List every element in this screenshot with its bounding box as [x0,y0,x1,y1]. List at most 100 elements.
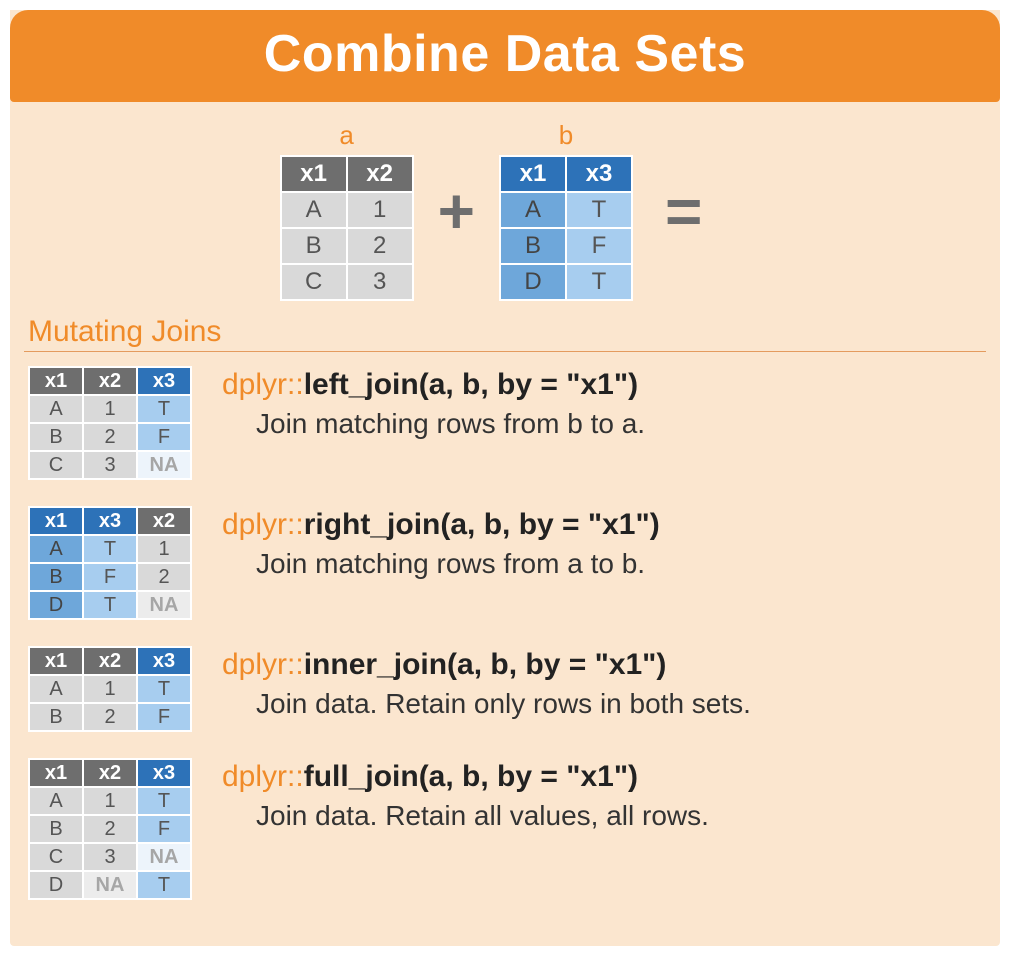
cell: B [30,564,82,590]
fn-call: right_join(a, b, by = "x1") [304,508,660,541]
section-label: Mutating Joins [10,315,1000,351]
plus-icon: + [438,179,475,243]
col-header: x3 [138,368,190,394]
join-desc: Join data. Retain all values, all rows. [222,800,709,832]
page-title: Combine Data Sets [10,10,1000,102]
table-a: x1x2A1B2C3 [280,155,414,301]
join-code: dplyr::full_join(a, b, by = "x1") [222,760,709,794]
join-result-table: x1x2x3A1TB2F [28,646,192,732]
cell: NA [138,452,190,478]
cell: B [30,816,82,842]
cell: D [501,265,565,299]
col-header: x1 [30,760,82,786]
cell: C [30,452,82,478]
join-desc: Join data. Retain only rows in both sets… [222,688,751,720]
intro-row: a x1x2A1B2C3 + b x1x3ATBFDT = [10,102,1000,315]
cell: NA [138,592,190,618]
intro-label-a: a [339,120,353,151]
joins-list: x1x2x3A1TB2FC3NAdplyr::left_join(a, b, b… [10,366,1000,900]
join-row: x1x2x3A1TB2FC3NADNATdplyr::full_join(a, … [28,758,982,900]
cell: T [567,265,631,299]
cell: T [567,193,631,227]
pkg-prefix: dplyr:: [222,760,304,793]
col-header: x3 [138,760,190,786]
join-row: x1x2x3A1TB2Fdplyr::inner_join(a, b, by =… [28,646,982,732]
cell: NA [138,844,190,870]
cell: A [30,788,82,814]
cell: F [138,424,190,450]
cell: F [138,704,190,730]
intro-label-b: b [559,120,573,151]
cell: T [84,536,136,562]
cell: F [567,229,631,263]
cell: T [138,788,190,814]
fn-call: inner_join(a, b, by = "x1") [304,648,667,681]
cell: 1 [138,536,190,562]
join-text: dplyr::left_join(a, b, by = "x1")Join ma… [222,366,645,440]
join-code: dplyr::right_join(a, b, by = "x1") [222,508,660,542]
col-header: x2 [84,368,136,394]
cell: 2 [84,816,136,842]
fn-call: full_join(a, b, by = "x1") [304,760,638,793]
join-code: dplyr::inner_join(a, b, by = "x1") [222,648,751,682]
join-code: dplyr::left_join(a, b, by = "x1") [222,368,645,402]
cell: A [30,536,82,562]
join-desc: Join matching rows from b to a. [222,408,645,440]
col-header: x2 [84,648,136,674]
col-header: x1 [30,368,82,394]
col-header: x1 [282,157,346,191]
cell: B [282,229,346,263]
cell: B [30,424,82,450]
cell: D [30,872,82,898]
cell: A [30,396,82,422]
cell: T [138,676,190,702]
cell: F [84,564,136,590]
intro-table-a: a x1x2A1B2C3 [280,120,414,301]
join-text: dplyr::full_join(a, b, by = "x1")Join da… [222,758,709,832]
cell: D [30,592,82,618]
col-header: x1 [30,508,82,534]
cell: F [138,816,190,842]
col-header: x3 [567,157,631,191]
cell: A [282,193,346,227]
cell: C [282,265,346,299]
cell: 1 [348,193,412,227]
cell: T [84,592,136,618]
cell: 3 [84,452,136,478]
cell: B [501,229,565,263]
pkg-prefix: dplyr:: [222,648,304,681]
cell: 1 [84,676,136,702]
join-result-table: x1x2x3 A1T B2F C3NA [28,366,192,480]
join-result-table: x1x2x3A1TB2FC3NADNAT [28,758,192,900]
cell: C [30,844,82,870]
join-result-table: x1x3x2AT1BF2DTNA [28,506,192,620]
join-row: x1x2x3A1TB2FC3NA dplyr::left_join(a, b, b… [28,366,982,480]
table-b: x1x3ATBFDT [499,155,633,301]
fn-call: left_join(a, b, by = "x1") [304,368,638,401]
cell: 3 [348,265,412,299]
col-header: x2 [84,760,136,786]
join-row: x1x3x2AT1BF2DTNAdplyr::right_join(a, b, … [28,506,982,620]
cell: 1 [84,396,136,422]
cell: T [138,396,190,422]
join-text: dplyr::right_join(a, b, by = "x1")Join m… [222,506,660,580]
cheatsheet-panel: Combine Data Sets a x1x2A1B2C3 + b x1x3A… [10,10,1000,946]
col-header: x2 [348,157,412,191]
cell: 2 [348,229,412,263]
col-header: x1 [30,648,82,674]
equals-icon: = [665,179,700,243]
cell: 2 [138,564,190,590]
pkg-prefix: dplyr:: [222,508,304,541]
cell: 3 [84,844,136,870]
col-header: x3 [84,508,136,534]
cell: 2 [84,704,136,730]
col-header: x3 [138,648,190,674]
pkg-prefix: dplyr:: [222,368,304,401]
cell: 1 [84,788,136,814]
join-text: dplyr::inner_join(a, b, by = "x1")Join d… [222,646,751,720]
cell: 2 [84,424,136,450]
divider [24,351,986,352]
col-header: x2 [138,508,190,534]
cell: T [138,872,190,898]
cell: A [501,193,565,227]
